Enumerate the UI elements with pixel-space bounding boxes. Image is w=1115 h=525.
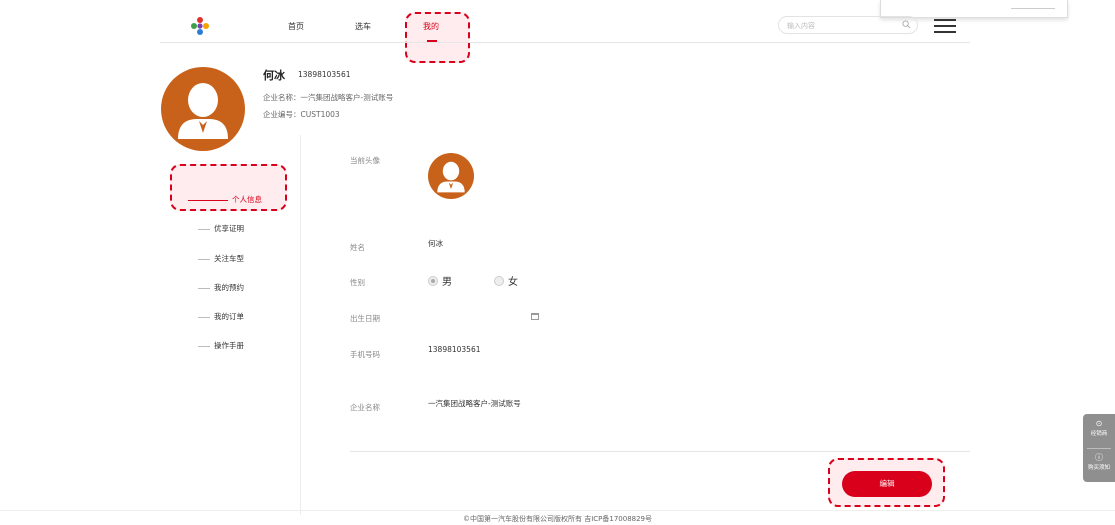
sidebar-item-certificate[interactable]: 优享证明 bbox=[198, 223, 244, 234]
company-label: 企业名称 bbox=[350, 403, 380, 412]
sidebar-item-label: 我的预约 bbox=[214, 283, 244, 292]
footer-divider bbox=[0, 510, 1115, 511]
search-input[interactable]: 输入内容 bbox=[778, 16, 918, 34]
sidebar-item-label: 个人信息 bbox=[232, 195, 262, 204]
sidebar-divider bbox=[300, 135, 301, 515]
avatar-label: 当前头像 bbox=[350, 156, 380, 165]
gender-radio-male[interactable]: 男 bbox=[428, 273, 452, 288]
active-indicator bbox=[188, 199, 228, 201]
birthday-date-picker[interactable] bbox=[428, 310, 543, 324]
sidebar-item-followed-models[interactable]: 关注车型 bbox=[198, 253, 244, 264]
header-divider bbox=[160, 42, 970, 43]
current-avatar[interactable] bbox=[428, 153, 474, 199]
radio-label: 男 bbox=[442, 277, 452, 288]
phone-value: 13898103561 bbox=[428, 345, 481, 354]
avatar bbox=[161, 67, 245, 151]
sidebar-item-label: 优享证明 bbox=[214, 224, 244, 233]
user-name: 何冰 bbox=[263, 69, 285, 82]
dropdown-divider bbox=[1011, 8, 1055, 9]
dealer-label: 经销商 bbox=[1090, 431, 1108, 437]
sidebar-item-orders[interactable]: 我的订单 bbox=[198, 311, 244, 322]
item-dash bbox=[198, 345, 210, 347]
purchase-notice-label: 购买须知 bbox=[1087, 465, 1110, 471]
birthday-label: 出生日期 bbox=[350, 314, 380, 323]
item-dash bbox=[198, 258, 210, 260]
radio-dot-checked bbox=[428, 276, 438, 286]
gender-radio-female[interactable]: 女 bbox=[494, 273, 518, 288]
name-value: 何冰 bbox=[428, 239, 443, 248]
highlight-nav-mine bbox=[405, 12, 470, 63]
hamburger-menu-icon[interactable] bbox=[934, 19, 956, 34]
company-name-line: 企业名称：一汽集团战略客户-测试账号 bbox=[263, 93, 394, 102]
gender-label: 性别 bbox=[350, 278, 365, 287]
sidebar-item-appointments[interactable]: 我的预约 bbox=[198, 282, 244, 293]
dealer-button[interactable]: ⊙ 经销商 bbox=[1083, 419, 1115, 437]
item-dash bbox=[198, 316, 210, 318]
name-label: 姓名 bbox=[350, 243, 365, 252]
user-silhouette-icon bbox=[437, 161, 465, 193]
radio-dot bbox=[494, 276, 504, 286]
search-icon[interactable] bbox=[902, 20, 911, 29]
sidebar-item-label: 关注车型 bbox=[214, 254, 244, 263]
info-icon: ⓘ bbox=[1095, 453, 1103, 462]
nav-home[interactable]: 首页 bbox=[288, 21, 304, 32]
nav-choose-car[interactable]: 选车 bbox=[355, 21, 371, 32]
user-silhouette-icon bbox=[178, 83, 228, 139]
location-pin-icon: ⊙ bbox=[1095, 419, 1103, 428]
sidebar-item-personal-info[interactable]: 个人信息 bbox=[188, 194, 262, 205]
nav-mine[interactable]: 我的 bbox=[423, 21, 439, 32]
calendar-icon[interactable] bbox=[531, 313, 539, 320]
edit-button[interactable]: 编辑 bbox=[842, 471, 932, 497]
sidebar-item-manual[interactable]: 操作手册 bbox=[198, 340, 244, 351]
search-placeholder: 输入内容 bbox=[787, 22, 815, 30]
purchase-notice-button[interactable]: ⓘ 购买须知 bbox=[1083, 453, 1115, 471]
radio-label: 女 bbox=[508, 277, 518, 288]
sidebar-item-label: 我的订单 bbox=[214, 312, 244, 321]
sidebar-item-label: 操作手册 bbox=[214, 341, 244, 350]
floating-toolbar: ⊙ 经销商 ⓘ 购买须知 bbox=[1083, 414, 1115, 482]
user-phone: 13898103561 bbox=[298, 70, 351, 79]
brand-logo[interactable] bbox=[190, 16, 210, 36]
phone-label: 手机号码 bbox=[350, 350, 380, 359]
toolbar-divider bbox=[1087, 448, 1111, 449]
company-code-line: 企业编号：CUST1003 bbox=[263, 110, 340, 119]
item-dash bbox=[198, 228, 210, 230]
company-value: 一汽集团战略客户-测试账号 bbox=[428, 399, 521, 408]
item-dash bbox=[198, 287, 210, 289]
footer-copyright: ©中国第一汽车股份有限公司版权所有 吉ICP备17008829号 bbox=[462, 515, 653, 523]
form-divider bbox=[350, 451, 970, 452]
